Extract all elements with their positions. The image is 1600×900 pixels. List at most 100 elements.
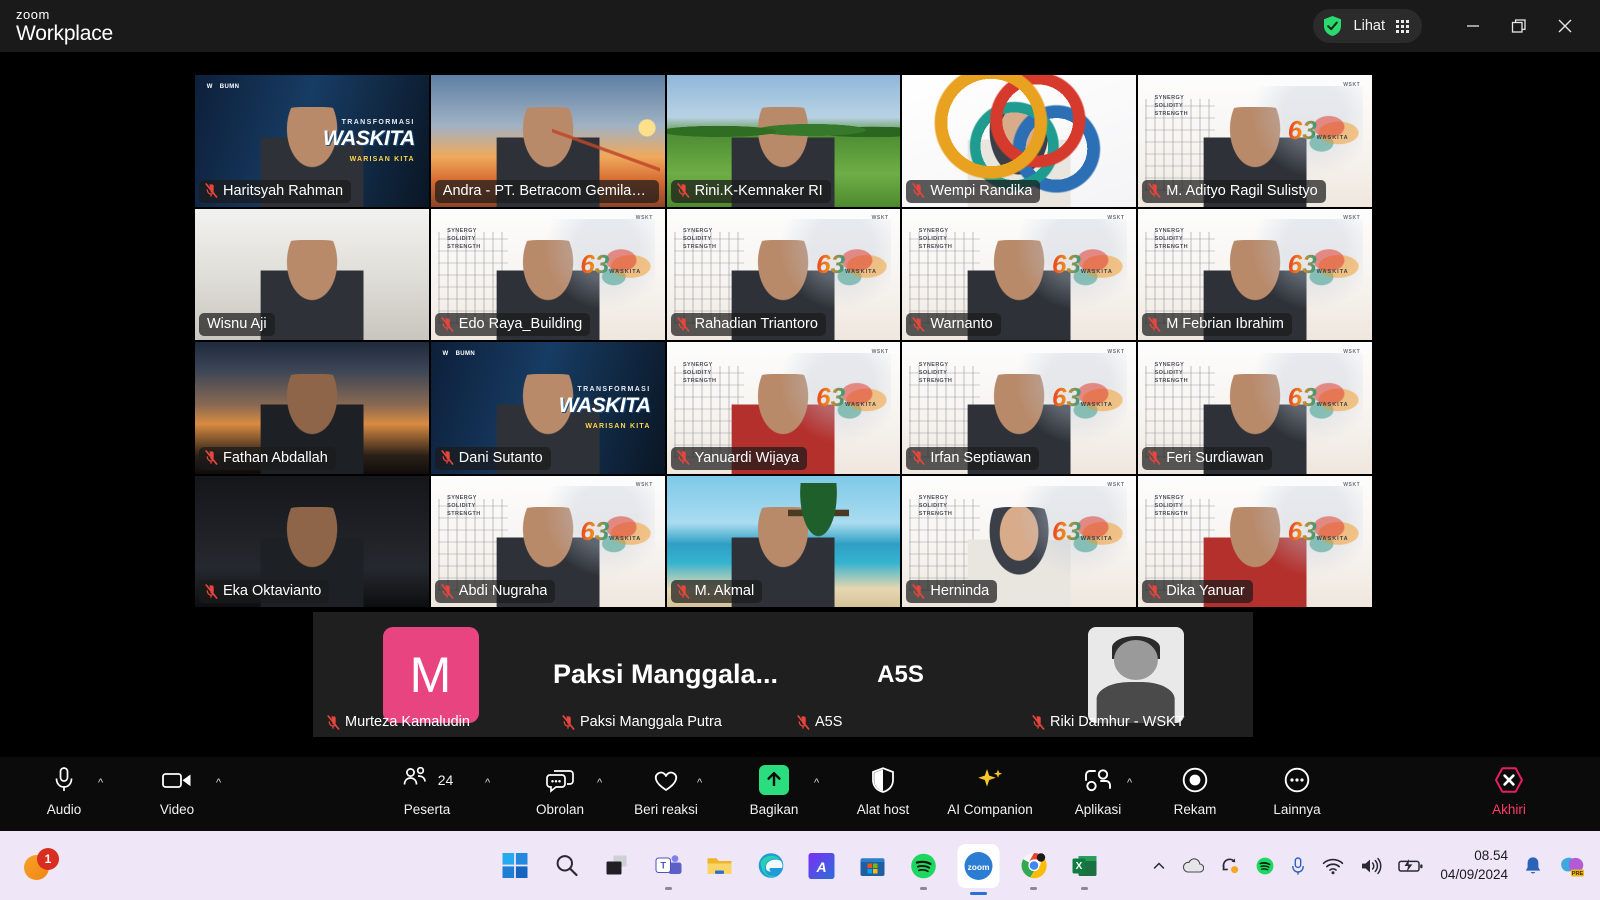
teams-icon[interactable]: T: [652, 849, 686, 890]
spotify-tray-icon[interactable]: [1256, 857, 1274, 875]
participant-nametag: Dani Sutanto: [434, 446, 551, 470]
file-explorer-icon[interactable]: [703, 849, 737, 883]
svg-text:X: X: [1076, 861, 1083, 872]
mute-icon: [1148, 316, 1161, 332]
video-tile[interactable]: WSKT SYNERGY SOLIDITY STRENGTH 63WASKITA Dika…: [1138, 475, 1372, 607]
brand-workplace-text: Workplace: [16, 22, 114, 45]
taskbar-clock[interactable]: 08.54 04/09/2024: [1440, 847, 1508, 883]
audio-options-caret-icon[interactable]: ^: [98, 777, 103, 789]
chat-button[interactable]: Obrolan: [508, 763, 612, 817]
video-tile[interactable]: Wempi Randika: [902, 75, 1137, 207]
maximize-restore-button[interactable]: [1496, 0, 1542, 52]
ai-companion-button[interactable]: AI Companion: [938, 763, 1042, 817]
audio-participant-tile[interactable]: M Murteza Kamaludin: [313, 612, 548, 737]
task-view-icon[interactable]: [601, 849, 635, 883]
grid-view-icon[interactable]: [1396, 19, 1409, 33]
wskt-watermark: WSKT: [1107, 215, 1125, 222]
anniversary-63-logo: 63WASKITA: [816, 382, 878, 413]
microsoft-store-icon[interactable]: [856, 849, 890, 883]
copilot-icon[interactable]: PRE: [1558, 854, 1586, 878]
microphone-tray-icon[interactable]: [1290, 856, 1306, 876]
zoom-meeting-window: zoom Workplace Lihat W BUMN TRANSFORMASI…: [0, 0, 1600, 900]
reactions-options-caret-icon[interactable]: ^: [697, 777, 702, 789]
battery-charging-icon[interactable]: [1398, 858, 1424, 874]
video-tile[interactable]: WSKT SYNERGY SOLIDITY STRENGTH 63WASKITA M. A…: [1138, 75, 1372, 207]
synergy-text: SYNERGY SOLIDITY STRENGTH: [447, 495, 481, 518]
video-tile[interactable]: WSKT SYNERGY SOLIDITY STRENGTH 63WASKITA Feri…: [1138, 342, 1372, 474]
sync-status-icon[interactable]: [1220, 856, 1240, 876]
participants-options-caret-icon[interactable]: ^: [485, 777, 490, 789]
anniversary-63-logo: 63WASKITA: [1051, 382, 1113, 413]
audio-button[interactable]: Audio: [12, 763, 116, 817]
audio-participant-tile[interactable]: A5S A5S: [783, 612, 1018, 737]
apps-options-caret-icon[interactable]: ^: [1127, 777, 1132, 789]
video-tile[interactable]: WSKT SYNERGY SOLIDITY STRENGTH 63WASKITA Abdi…: [430, 475, 665, 607]
share-screen-button[interactable]: Bagikan: [722, 763, 826, 817]
chat-options-caret-icon[interactable]: ^: [597, 777, 602, 789]
zoom-icon[interactable]: zoom: [957, 843, 1000, 895]
wskt-watermark: WSKT: [1343, 348, 1361, 355]
participant-nametag: Wempi Randika: [906, 179, 1041, 203]
avatar-photo: [1087, 626, 1184, 723]
start-button[interactable]: [499, 849, 533, 883]
adobe-icon[interactable]: A: [805, 849, 839, 883]
video-tile[interactable]: WSKT SYNERGY SOLIDITY STRENGTH 63WASKITA Yanu…: [666, 342, 901, 474]
participant-name: Irfan Septiawan: [930, 449, 1032, 466]
video-tile[interactable]: WSKT SYNERGY SOLIDITY STRENGTH 63WASKITA Irfa…: [902, 342, 1137, 474]
audio-participant-tile[interactable]: Paksi Manggala... Paksi Manggala Putra: [548, 612, 783, 737]
audio-participant-tile[interactable]: Riki Damhur - WSKT: [1018, 612, 1253, 737]
notification-bell-icon[interactable]: [1524, 856, 1542, 876]
video-tile[interactable]: Wisnu Aji: [195, 208, 429, 340]
video-tile[interactable]: M. Akmal: [666, 475, 901, 607]
video-tile[interactable]: W BUMN TRANSFORMASI WASKITA WARISAN KITA Dani…: [430, 342, 665, 474]
video-tile[interactable]: Fathan Abdallah: [195, 342, 429, 474]
notification-bubble[interactable]: 1: [22, 846, 62, 886]
participant-nametag: Rini.K-Kemnaker RI: [670, 179, 831, 203]
record-button[interactable]: Rekam: [1143, 763, 1247, 817]
video-button[interactable]: Video: [125, 763, 229, 817]
participant-nametag: M. Akmal: [670, 580, 763, 603]
view-layout-button[interactable]: Lihat: [1312, 9, 1422, 43]
close-button[interactable]: [1542, 0, 1588, 52]
more-button[interactable]: Lainnya: [1245, 763, 1349, 817]
svg-text:PRE: PRE: [1572, 871, 1584, 877]
video-tile[interactable]: WSKT SYNERGY SOLIDITY STRENGTH 63WASKITA Hern…: [902, 475, 1137, 607]
synergy-text: SYNERGY SOLIDITY STRENGTH: [1154, 228, 1188, 251]
end-meeting-button[interactable]: Akhiri: [1457, 763, 1561, 817]
video-options-caret-icon[interactable]: ^: [216, 777, 221, 789]
show-hidden-icons-caret[interactable]: [1152, 859, 1166, 873]
minimize-button[interactable]: [1450, 0, 1496, 52]
participant-nametag: Dika Yanuar: [1142, 580, 1253, 603]
participants-button[interactable]: 24 Peserta: [375, 763, 479, 817]
video-tile[interactable]: WSKT SYNERGY SOLIDITY STRENGTH 63WASKITA M Fe…: [1138, 208, 1372, 340]
video-gallery-grid: W BUMN TRANSFORMASI WASKITA WARISAN KITA Hari…: [195, 75, 1372, 607]
reactions-button[interactable]: Beri reaksi: [614, 763, 718, 817]
wskt-watermark: WSKT: [871, 348, 889, 355]
audio-only-participants-strip: M Murteza Kamaludin Paksi Manggala... Paksi…: [313, 612, 1253, 737]
video-tile[interactable]: W BUMN TRANSFORMASI WASKITA WARISAN KITA Hari…: [195, 75, 429, 207]
edge-icon[interactable]: [754, 849, 788, 883]
video-tile[interactable]: Rini.K-Kemnaker RI: [666, 75, 901, 207]
video-tile[interactable]: WSKT SYNERGY SOLIDITY STRENGTH 63WASKITA Warn…: [902, 208, 1137, 340]
spotify-icon[interactable]: [907, 849, 941, 890]
volume-icon[interactable]: [1360, 857, 1382, 875]
chrome-icon[interactable]: [1017, 849, 1051, 890]
video-tile[interactable]: Eka Oktavianto: [195, 475, 429, 607]
video-tile[interactable]: Andra - PT. Betracom Gemilang...: [430, 75, 665, 207]
excel-icon[interactable]: X: [1068, 849, 1102, 890]
share-options-caret-icon[interactable]: ^: [814, 777, 819, 789]
synergy-text: SYNERGY SOLIDITY STRENGTH: [1154, 361, 1188, 384]
wifi-icon[interactable]: [1322, 857, 1344, 875]
host-tools-button[interactable]: Alat host: [831, 763, 935, 817]
video-tile[interactable]: WSKT SYNERGY SOLIDITY STRENGTH 63WASKITA Edo …: [430, 208, 665, 340]
video-tile[interactable]: WSKT SYNERGY SOLIDITY STRENGTH 63WASKITA Raha…: [666, 208, 901, 340]
participant-nametag: Haritsyah Rahman: [199, 179, 352, 203]
participant-name: Paksi Manggala Putra: [580, 714, 722, 730]
apps-button[interactable]: Aplikasi: [1046, 763, 1150, 817]
synergy-text: SYNERGY SOLIDITY STRENGTH: [447, 228, 481, 251]
onedrive-icon[interactable]: [1182, 857, 1205, 874]
anniversary-63-logo: 63WASKITA: [1051, 248, 1113, 279]
mute-icon: [676, 183, 690, 198]
zoom-workplace-logo: zoom Workplace: [16, 8, 113, 44]
search-icon[interactable]: [550, 849, 584, 883]
